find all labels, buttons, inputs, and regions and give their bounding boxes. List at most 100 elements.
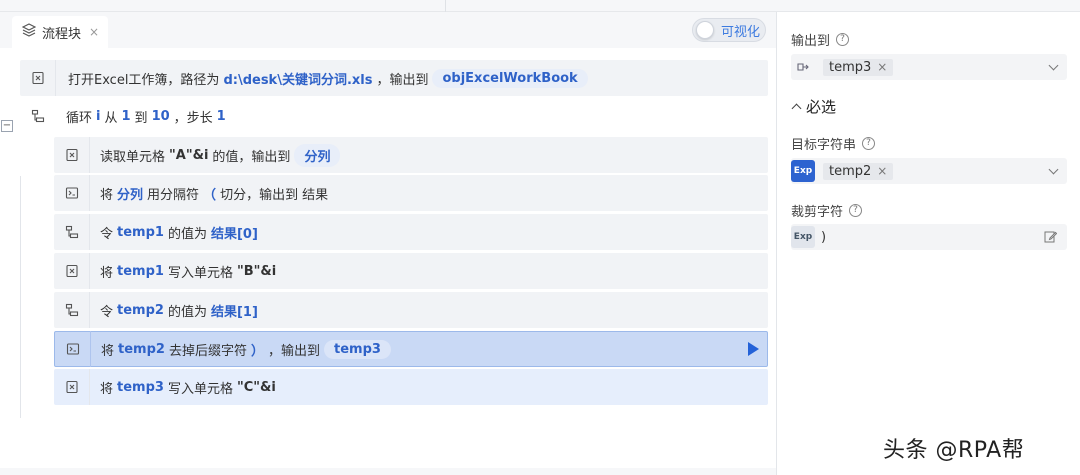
- row-text: 将 temp2 去掉后缀字符 ） ，输出到 temp3: [91, 339, 391, 359]
- row-seg: temp2: [118, 341, 165, 357]
- visualize-toggle[interactable]: 可视化: [692, 18, 766, 42]
- row-seg: 循环: [66, 110, 93, 126]
- variable-pill: 分列: [294, 143, 341, 167]
- toggle-label: 可视化: [721, 24, 761, 40]
- excel-icon: [54, 137, 90, 173]
- excel-icon: [54, 369, 90, 405]
- variable-pill: temp3: [324, 339, 391, 359]
- assign-icon: [54, 292, 90, 328]
- row-seg: 的值为: [167, 304, 207, 320]
- row-seg: temp1: [117, 263, 164, 279]
- row-seg: 令: [100, 304, 114, 320]
- flow-row-split[interactable]: 将 分列 用分隔符 （ 切分，输出到 结果: [54, 175, 768, 211]
- expression-icon: [54, 175, 90, 211]
- row-seg: 结果[1]: [210, 304, 258, 320]
- help-icon[interactable]: ?: [849, 204, 863, 217]
- target-select[interactable]: Exp temp2 ×: [791, 158, 1067, 184]
- edit-icon[interactable]: [1044, 230, 1058, 247]
- row-seg: ，输出到: [267, 343, 320, 359]
- section-title: 必选: [806, 98, 837, 116]
- row-seg: 令: [100, 226, 114, 242]
- run-play-icon[interactable]: [748, 342, 759, 356]
- excel-icon: [54, 253, 90, 289]
- row-seg: temp1: [117, 224, 164, 240]
- flow-row-assign-temp2[interactable]: 令 temp2 的值为 结果[1]: [54, 292, 768, 328]
- row-seg: 读取单元格: [100, 149, 166, 165]
- row-seg: （: [203, 187, 217, 203]
- row-seg: 将: [100, 187, 114, 203]
- tag-close-icon[interactable]: ×: [877, 60, 887, 74]
- tag-close-icon[interactable]: ×: [877, 164, 887, 178]
- row-seg: 结果[0]: [210, 226, 258, 242]
- close-icon[interactable]: ×: [89, 25, 99, 39]
- tab-flow-block[interactable]: 流程块 ×: [12, 16, 108, 48]
- row-seg: 写入单元格: [167, 381, 233, 397]
- row-seg: ，输出到: [376, 72, 429, 88]
- assign-icon: [54, 214, 90, 250]
- loop-guide-line: [20, 176, 21, 418]
- help-icon[interactable]: ?: [836, 33, 850, 46]
- row-seg: 去掉后缀字符: [168, 343, 247, 359]
- row-seg: 10: [151, 108, 170, 124]
- output-field-label: 输出到 ?: [791, 30, 850, 49]
- expression-badge[interactable]: Exp: [791, 160, 815, 182]
- row-seg: ，步长: [173, 110, 213, 126]
- toggle-knob: [696, 21, 714, 39]
- row-seg: 到: [134, 110, 148, 126]
- row-text: 将 分列 用分隔符 （ 切分，输出到 结果: [90, 184, 328, 203]
- trim-field-label: 裁剪字符 ?: [791, 201, 863, 220]
- expression-badge[interactable]: Exp: [791, 226, 815, 248]
- flow-row-open-excel[interactable]: 打开Excel工作簿，路径为 d:\desk\关键词分词.xls ，输出到 ob…: [20, 60, 768, 96]
- flow-row-write-b[interactable]: 将 temp1 写入单元格 "B"&i: [54, 253, 768, 289]
- output-select[interactable]: temp3 ×: [791, 54, 1067, 80]
- expression-icon: [55, 331, 91, 367]
- target-tag-text: temp2: [829, 163, 872, 179]
- row-seg: 1: [216, 108, 226, 124]
- flow-row-loop[interactable]: 循环 i 从 1 到 10 ，步长 1: [20, 98, 768, 134]
- target-tag: temp2 ×: [823, 162, 894, 180]
- row-seg: 从: [104, 110, 118, 126]
- flow-row-assign-temp1[interactable]: 令 temp1 的值为 结果[0]: [54, 214, 768, 250]
- row-seg: "C"&i: [236, 379, 276, 395]
- tab-bar: 流程块 × 可视化: [0, 12, 776, 48]
- chevron-up-icon: [791, 103, 802, 114]
- row-seg: temp3: [117, 379, 164, 395]
- flow-row-write-c[interactable]: 将 temp3 写入单元格 "C"&i: [54, 369, 768, 405]
- target-field-label: 目标字符串 ?: [791, 134, 876, 153]
- row-text: 令 temp2 的值为 结果[1]: [90, 301, 258, 320]
- collapse-toggle[interactable]: −: [1, 120, 13, 132]
- row-seg: 用分隔符: [147, 187, 200, 203]
- trim-label-text: 裁剪字符: [791, 205, 844, 220]
- output-tag-text: temp3: [829, 59, 872, 75]
- top-bar: [0, 0, 1080, 12]
- help-icon[interactable]: ?: [862, 137, 876, 150]
- row-seg: 切分，输出到: [220, 187, 299, 203]
- row-seg: ）: [250, 343, 264, 359]
- row-seg: 将: [101, 343, 115, 359]
- row-seg: 结果: [302, 187, 329, 203]
- variable-pill: objExcelWorkBook: [432, 68, 588, 88]
- row-seg: 写入单元格: [167, 265, 233, 281]
- row-text: 循环 i 从 1 到 10 ，步长 1: [56, 107, 226, 126]
- excel-icon: [20, 60, 56, 96]
- row-seg: temp2: [117, 302, 164, 318]
- watermark: 头条 @RPA帮: [883, 438, 1025, 463]
- target-label-text: 目标字符串: [791, 138, 857, 153]
- chevron-down-icon[interactable]: [1048, 60, 1059, 71]
- row-seg: 打开Excel工作簿，路径为: [68, 72, 220, 88]
- trim-input[interactable]: Exp ): [791, 224, 1067, 250]
- output-label-text: 输出到: [791, 34, 831, 49]
- row-seg: 将: [100, 265, 114, 281]
- flow-row-read-cell[interactable]: 读取单元格 "A"&i 的值，输出到 分列: [54, 137, 768, 173]
- row-seg: "B"&i: [236, 263, 277, 279]
- properties-panel: 输出到 ? temp3 × 必选 目标字符串 ? Exp temp2 × 裁剪字…: [777, 12, 1080, 475]
- flow-row-trim-suffix[interactable]: 将 temp2 去掉后缀字符 ） ，输出到 temp3: [54, 331, 768, 367]
- row-seg: d:\desk\关键词分词.xls: [223, 72, 373, 88]
- trim-input-value: ): [821, 229, 827, 245]
- flow-canvas: − 打开Excel工作簿，路径为 d:\desk\关键词分词.xls ，输出到 …: [0, 48, 776, 468]
- flow-editor: 流程块 × 可视化 − 打开Excel工作簿，路径为 d:\desk\关键词分词…: [0, 12, 776, 475]
- row-text: 令 temp1 的值为 结果[0]: [90, 223, 258, 242]
- row-text: 将 temp1 写入单元格 "B"&i: [90, 262, 276, 281]
- chevron-down-icon[interactable]: [1048, 164, 1059, 175]
- required-section-header[interactable]: 必选: [791, 96, 837, 117]
